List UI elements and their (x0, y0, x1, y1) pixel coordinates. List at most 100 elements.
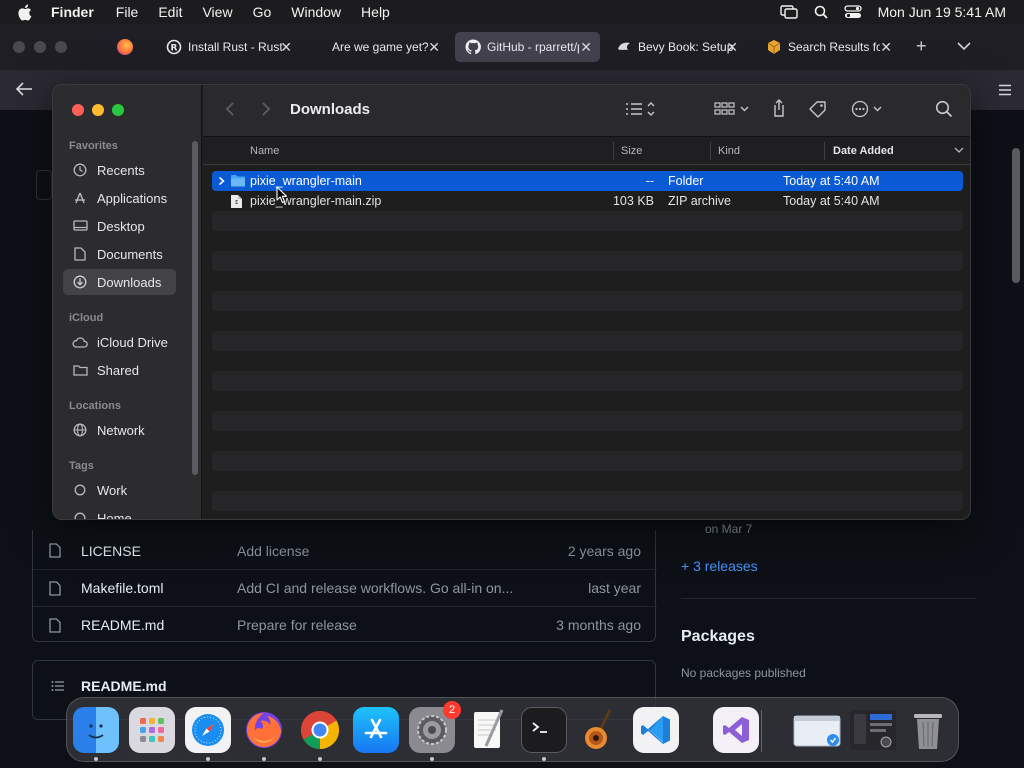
back-chevron-icon[interactable] (225, 101, 235, 122)
menu-edit[interactable]: Edit (158, 4, 182, 20)
commit-message[interactable]: Add license (237, 543, 309, 559)
tab-github-pixie[interactable]: GitHub - rparrett/pixie ✕ (455, 32, 600, 62)
bevy-icon (616, 39, 632, 55)
tab-close-icon[interactable]: ✕ (428, 39, 440, 56)
column-header-date-added[interactable]: Date Added (833, 145, 894, 157)
column-separator[interactable] (710, 142, 711, 160)
dock-trash-icon[interactable] (905, 707, 951, 753)
commit-message[interactable]: Prepare for release (237, 617, 357, 633)
file-row-folder[interactable]: pixie_wrangler-main -- Folder Today at 5… (212, 171, 963, 191)
file-name[interactable]: LICENSE (81, 543, 141, 559)
close-window-button[interactable] (72, 104, 84, 116)
mouse-pointer-icon (276, 186, 288, 209)
dock-firefox-icon[interactable] (241, 707, 287, 753)
sidebar-item-tag-home[interactable]: Home (63, 505, 176, 519)
commit-message[interactable]: Add CI and release workflows. Go all-in … (237, 580, 513, 596)
menu-help[interactable]: Help (361, 4, 390, 20)
dock-visual-studio-icon[interactable] (713, 707, 759, 753)
running-indicator (430, 757, 434, 761)
disclosure-triangle-icon[interactable] (218, 175, 225, 189)
column-separator[interactable] (613, 142, 614, 160)
running-indicator (318, 757, 322, 761)
sidebar-item-shared[interactable]: Shared (63, 357, 176, 383)
menu-go[interactable]: Go (253, 4, 272, 20)
sidebar-item-network[interactable]: Network (63, 417, 176, 443)
screen-mirroring-icon[interactable] (779, 5, 798, 19)
menubar-clock[interactable]: Mon Jun 19 5:41 AM (878, 4, 1006, 20)
dock-downloads-stack-icon[interactable] (791, 707, 843, 753)
cloud-icon (71, 336, 89, 348)
releases-link[interactable]: + 3 releases (681, 558, 758, 574)
sidebar-item-recents[interactable]: Recents (63, 157, 176, 183)
table-row[interactable]: LICENSE Add license 2 years ago (33, 532, 657, 569)
file-row-zip[interactable]: pixie_wrangler-main.zip 103 KB ZIP archi… (212, 191, 963, 211)
minimize-window-button[interactable] (92, 104, 104, 116)
file-name[interactable]: Makefile.toml (81, 580, 163, 596)
packages-heading[interactable]: Packages (681, 628, 755, 646)
sidebar-item-icloud-drive[interactable]: iCloud Drive (63, 329, 176, 355)
control-center-icon[interactable] (843, 5, 862, 19)
firefox-view-icon[interactable] (117, 39, 133, 55)
sort-descending-chevron-icon[interactable] (954, 145, 964, 157)
file-icon (49, 581, 61, 599)
new-tab-button[interactable]: + (916, 36, 927, 57)
column-header-size[interactable]: Size (621, 145, 642, 157)
tab-bevy-book[interactable]: Bevy Book: Setup ✕ (606, 32, 746, 62)
sidebar-item-desktop[interactable]: Desktop (63, 213, 176, 239)
back-arrow-icon[interactable] (15, 82, 33, 101)
table-row[interactable]: README.md Prepare for release 3 months a… (33, 606, 657, 643)
dock-launchpad-icon[interactable] (129, 707, 175, 753)
dock-chrome-icon[interactable] (297, 707, 343, 753)
tab-install-rust[interactable]: R Install Rust - Rust ✕ (156, 32, 300, 62)
sidebar-section-locations: Locations (69, 400, 121, 412)
dock-terminal-icon[interactable] (521, 707, 567, 753)
menu-view[interactable]: View (202, 4, 232, 20)
column-separator[interactable] (824, 142, 825, 160)
sidebar-item-tag-work[interactable]: Work (63, 477, 176, 503)
table-row[interactable]: Makefile.toml Add CI and release workflo… (33, 569, 657, 606)
zoom-window-button[interactable] (112, 104, 124, 116)
dock-textedit-icon[interactable] (465, 707, 511, 753)
column-header-name[interactable]: Name (250, 145, 279, 157)
tag-icon[interactable] (808, 100, 828, 118)
tab-close-icon[interactable]: ✕ (280, 39, 292, 56)
share-icon[interactable] (771, 98, 787, 118)
finder-sidebar: Favorites Recents Applications Desktop D… (53, 85, 202, 519)
dock-safari-icon[interactable] (185, 707, 231, 753)
tab-are-we-game-yet[interactable]: Are we game yet? ✕ (322, 32, 448, 62)
view-list-icon[interactable] (624, 100, 658, 118)
sidebar-item-documents[interactable]: Documents (63, 241, 176, 267)
group-by-icon[interactable] (714, 100, 750, 118)
readme-title[interactable]: README.md (81, 678, 167, 694)
menu-window[interactable]: Window (291, 4, 341, 20)
browser-window-controls[interactable] (13, 41, 67, 53)
tab-close-icon[interactable]: ✕ (580, 39, 592, 56)
divider (681, 598, 976, 599)
page-scrollbar[interactable] (1012, 148, 1020, 283)
sidebar-item-applications[interactable]: Applications (63, 185, 176, 211)
file-date-added: Today at 5:40 AM (783, 194, 880, 208)
tab-search-results[interactable]: Search Results for ✕ (756, 32, 900, 62)
menu-file[interactable]: File (116, 4, 139, 20)
apple-menu-icon[interactable] (17, 2, 37, 22)
dock-app-store-icon[interactable] (353, 707, 399, 753)
tab-close-icon[interactable]: ✕ (880, 39, 892, 56)
menu-app-finder[interactable]: Finder (51, 4, 94, 20)
column-header-kind[interactable]: Kind (718, 145, 740, 157)
list-all-tabs-icon[interactable] (957, 38, 971, 56)
sidebar-scrollbar[interactable] (192, 141, 198, 475)
app-menu-icon[interactable] (998, 83, 1012, 101)
dock-vscode-icon[interactable] (633, 707, 679, 753)
dock-finder-icon[interactable] (73, 707, 119, 753)
tab-close-icon[interactable]: ✕ (726, 39, 738, 56)
dock-window-preview-icon[interactable] (847, 707, 899, 753)
forward-chevron-icon[interactable] (261, 101, 271, 122)
sidebar-item-downloads[interactable]: Downloads (63, 269, 176, 295)
tag-circle-icon (71, 484, 89, 496)
search-icon[interactable] (935, 100, 953, 118)
dock-garageband-icon[interactable] (577, 707, 623, 753)
more-actions-icon[interactable] (851, 100, 887, 118)
file-name[interactable]: README.md (81, 617, 164, 633)
spotlight-icon[interactable] (814, 5, 828, 19)
list-icon[interactable] (51, 679, 65, 697)
